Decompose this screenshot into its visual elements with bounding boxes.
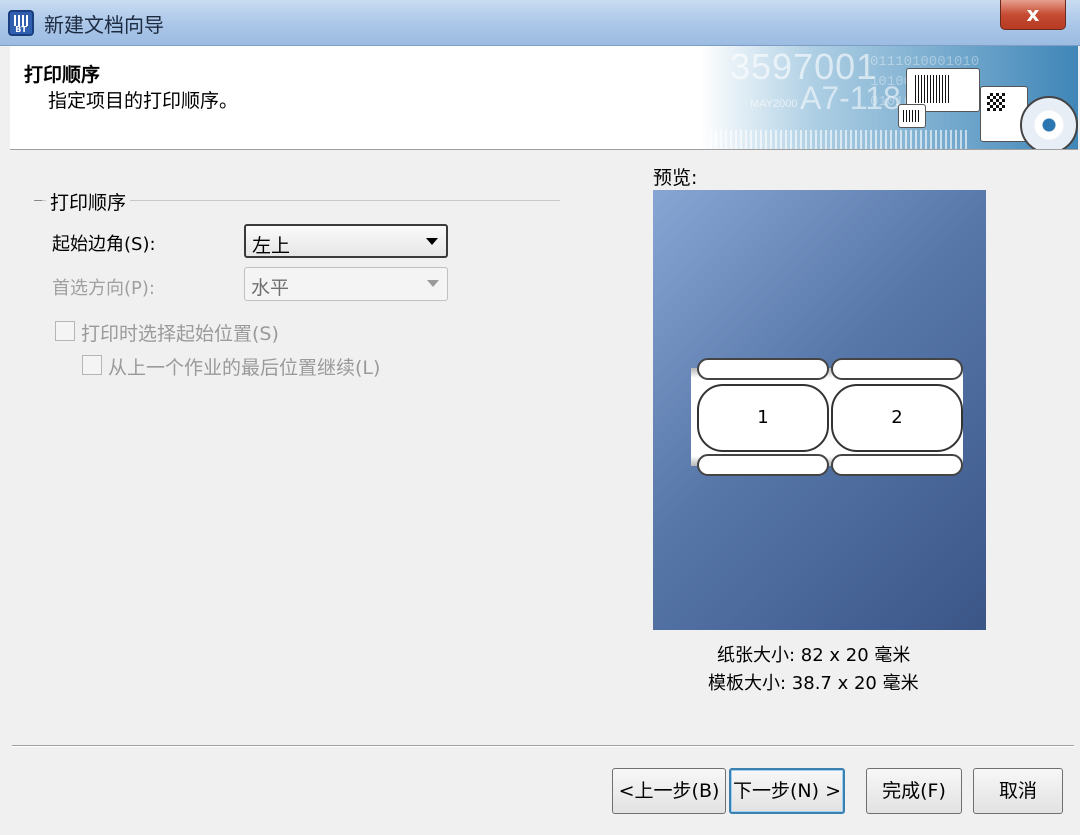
- disc-icon: [1020, 96, 1078, 149]
- preferred-direction-select[interactable]: 水平: [244, 267, 448, 301]
- partial-label: [697, 358, 829, 380]
- close-button[interactable]: x: [1000, 0, 1066, 30]
- label-liner: 1 2: [691, 358, 963, 476]
- page-subtitle: 指定项目的打印顺序。: [48, 90, 239, 112]
- select-start-position-label: 打印时选择起始位置(S): [81, 323, 279, 345]
- template-size-text: 模板大小: 38.7 x 20 毫米: [708, 673, 919, 694]
- label-cell: 1: [697, 384, 829, 452]
- select-start-position-checkbox[interactable]: [55, 321, 75, 341]
- small-label-icon: [898, 104, 926, 128]
- back-button[interactable]: <上一步(B): [612, 768, 726, 814]
- banner-small-text: MAY2000: [750, 98, 798, 110]
- finish-button[interactable]: 完成(F): [866, 768, 962, 814]
- page-title: 打印顺序: [24, 64, 101, 86]
- banner-barcode-icon: [710, 130, 970, 149]
- start-corner-select[interactable]: 左上: [244, 224, 448, 258]
- window-titlebar[interactable]: BT 新建文档向导 x: [0, 0, 1080, 46]
- group-title: 打印顺序: [46, 188, 131, 215]
- paper-size-text: 纸张大小: 82 x 20 毫米: [717, 645, 911, 666]
- label-cell: 2: [831, 384, 963, 452]
- continue-from-last-label: 从上一个作业的最后位置继续(L): [108, 357, 381, 379]
- window-title: 新建文档向导: [44, 13, 164, 37]
- continue-from-last-checkbox[interactable]: [82, 355, 102, 375]
- start-corner-value: 左上: [252, 235, 291, 257]
- chevron-down-icon: [427, 280, 439, 287]
- preview-label: 预览:: [653, 167, 698, 189]
- next-button[interactable]: 下一步(N) >: [729, 768, 845, 814]
- app-icon-text: BT: [15, 25, 27, 34]
- partial-label: [831, 358, 963, 380]
- partial-label: [697, 454, 829, 476]
- chevron-down-icon: [426, 238, 438, 245]
- wizard-header: 打印顺序 指定项目的打印顺序。 3597001 A7-118 MAY2000 0…: [10, 46, 1078, 150]
- preferred-direction-value: 水平: [251, 277, 290, 299]
- cancel-button[interactable]: 取消: [973, 768, 1063, 814]
- app-icon: BT: [8, 10, 34, 36]
- preview-panel: 1 2: [653, 190, 986, 630]
- partial-label: [831, 454, 963, 476]
- start-corner-label: 起始边角(S):: [52, 234, 156, 255]
- group-divider-dash: [34, 200, 42, 201]
- footer-divider: [12, 745, 1074, 747]
- preferred-direction-label: 首选方向(P):: [52, 278, 155, 299]
